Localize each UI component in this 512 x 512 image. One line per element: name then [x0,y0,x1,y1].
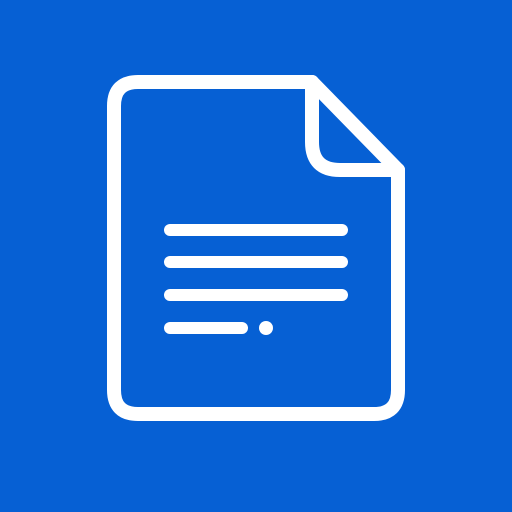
text-lines [164,224,348,334]
text-dot [259,321,273,335]
document-outline [107,75,405,421]
app-icon-tile[interactable] [0,0,512,512]
document-icon [107,75,405,421]
